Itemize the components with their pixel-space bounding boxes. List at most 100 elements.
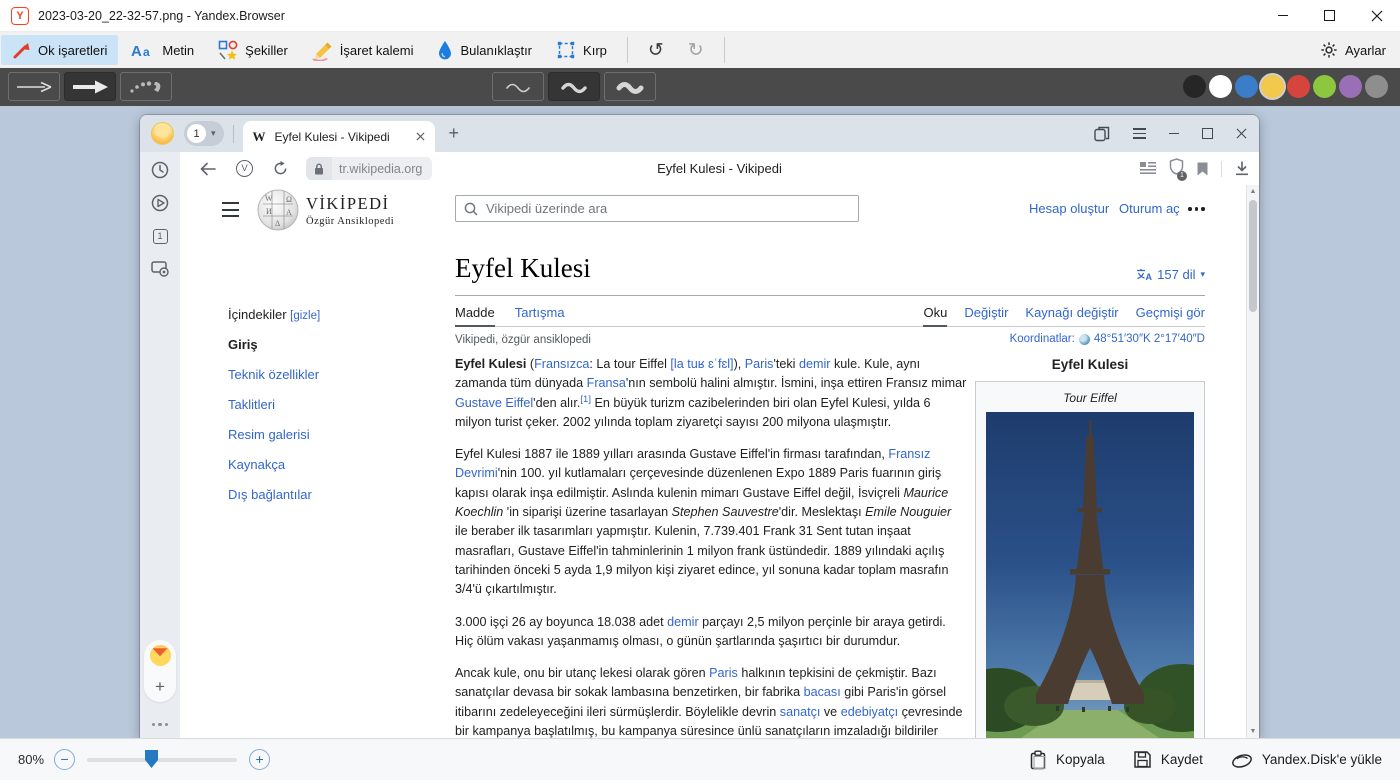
- blur-tool-button[interactable]: Bulanıklaştır: [426, 35, 543, 65]
- sidebar-more-button[interactable]: [140, 723, 180, 727]
- panels-icon[interactable]: [1094, 126, 1110, 142]
- bookmark-icon[interactable]: [1197, 162, 1208, 176]
- page-scrollbar[interactable]: ▲ ▼: [1246, 185, 1259, 738]
- tab-group-pill[interactable]: 1 ▾: [184, 121, 224, 146]
- zoom-in-button[interactable]: +: [249, 749, 270, 770]
- search-input[interactable]: [484, 200, 858, 217]
- eiffel-tower-photo[interactable]: [986, 412, 1194, 738]
- lock-icon[interactable]: [306, 157, 332, 180]
- wiki-link[interactable]: demir: [799, 357, 831, 371]
- color-blue[interactable]: [1235, 75, 1258, 98]
- wiki-link[interactable]: bacası: [804, 685, 841, 699]
- browser-maximize-icon[interactable]: [1202, 128, 1213, 139]
- arrow-style-thick-button[interactable]: [64, 72, 116, 101]
- wiki-link[interactable]: edebiyatçı: [841, 705, 898, 719]
- coordinates[interactable]: Koordinatlar: 48°51′30″K 2°17′40″D: [1010, 333, 1205, 345]
- tab-close-icon[interactable]: [416, 132, 425, 141]
- settings-button[interactable]: Ayarlar: [1306, 41, 1400, 59]
- media-button[interactable]: [140, 188, 180, 218]
- toc-hide-link[interactable]: [gizle]: [290, 310, 320, 322]
- stroke-width-thick-button[interactable]: [604, 72, 656, 101]
- wiki-tab[interactable]: Kaynağı değiştir: [1025, 305, 1118, 326]
- history-button[interactable]: [140, 155, 180, 185]
- copy-button[interactable]: Kopyala: [1029, 750, 1105, 770]
- undo-button[interactable]: ↺: [637, 35, 675, 65]
- wiki-more-button[interactable]: [1188, 207, 1205, 211]
- maximize-button[interactable]: [1306, 0, 1353, 31]
- color-purple[interactable]: [1339, 75, 1362, 98]
- color-green[interactable]: [1313, 75, 1336, 98]
- wiki-link[interactable]: Fransızca: [534, 357, 589, 371]
- wiki-link[interactable]: Gustave Eiffel: [455, 396, 533, 410]
- yandex-service-icon[interactable]: [150, 645, 171, 666]
- new-tab-button[interactable]: +: [449, 123, 460, 144]
- browser-tab-active[interactable]: W Eyfel Kulesi - Vikipedi: [243, 121, 435, 152]
- reference-link[interactable]: [1]: [580, 393, 591, 404]
- add-panel-button[interactable]: +: [155, 677, 165, 697]
- editor-canvas[interactable]: 1 ▾ W Eyfel Kulesi - Vikipedi +: [0, 106, 1400, 738]
- zoom-out-button[interactable]: −: [54, 749, 75, 770]
- reader-mode-icon[interactable]: [1140, 162, 1156, 175]
- protect-shield-button[interactable]: 1: [1169, 158, 1184, 180]
- address-bar[interactable]: tr.wikipedia.org: [306, 157, 432, 180]
- slider-thumb[interactable]: [145, 750, 158, 768]
- arrow-style-dotted-button[interactable]: [120, 72, 172, 101]
- wiki-link[interactable]: Fransa: [587, 376, 626, 390]
- wiki-tab[interactable]: Oku: [923, 305, 947, 327]
- wiki-link[interactable]: [la tuʁ ɛˈfɛl]: [670, 357, 733, 371]
- wiki-tab[interactable]: Madde: [455, 305, 495, 327]
- create-account-link[interactable]: Hesap oluştur: [1029, 201, 1109, 216]
- shapes-tool-button[interactable]: Şekiller: [207, 35, 299, 65]
- browser-close-icon[interactable]: [1236, 128, 1247, 139]
- language-selector[interactable]: A 157 dil ▾: [1136, 267, 1205, 282]
- crop-tool-button[interactable]: Kırp: [545, 35, 618, 65]
- close-button[interactable]: [1353, 0, 1400, 31]
- yandex-v-badge[interactable]: V: [236, 160, 253, 177]
- wiki-link[interactable]: demir: [667, 615, 699, 629]
- color-yellow[interactable]: [1261, 75, 1284, 98]
- download-icon[interactable]: [1235, 161, 1249, 176]
- color-black[interactable]: [1183, 75, 1206, 98]
- sign-in-link[interactable]: Oturum aç: [1119, 201, 1180, 216]
- wiki-link[interactable]: sanatçı: [780, 705, 821, 719]
- toc-item[interactable]: Giriş: [228, 337, 320, 352]
- scrollbar-thumb[interactable]: [1249, 200, 1257, 312]
- toc-item[interactable]: Teknik özellikler: [228, 367, 320, 382]
- screenshot-tool-button[interactable]: [140, 254, 180, 284]
- minimize-button[interactable]: [1259, 0, 1306, 31]
- wiki-menu-icon[interactable]: [222, 202, 239, 217]
- color-white[interactable]: [1209, 75, 1232, 98]
- wiki-search-box[interactable]: [455, 195, 859, 222]
- color-gray[interactable]: [1365, 75, 1388, 98]
- wiki-tab[interactable]: Değiştir: [964, 305, 1008, 326]
- back-button[interactable]: [200, 162, 216, 176]
- profile-avatar[interactable]: [151, 122, 174, 145]
- browser-minimize-icon[interactable]: [1169, 133, 1179, 134]
- wiki-link[interactable]: Paris: [709, 666, 738, 680]
- tabs-panel-button[interactable]: 1: [140, 221, 180, 251]
- stroke-width-thin-button[interactable]: [492, 72, 544, 101]
- wiki-link[interactable]: Paris: [745, 357, 774, 371]
- zoom-slider[interactable]: [87, 749, 237, 770]
- wikipedia-globe-logo[interactable]: WΩИAΔ: [256, 188, 300, 237]
- wiki-tab[interactable]: Geçmişi gör: [1136, 305, 1205, 326]
- toc-item[interactable]: Dış bağlantılar: [228, 487, 320, 502]
- wikipedia-wordmark[interactable]: VİKİPEDİ Özgür Ansiklopedi: [306, 194, 394, 227]
- toc-item[interactable]: Resim galerisi: [228, 427, 320, 442]
- toc-item[interactable]: Kaynakça: [228, 457, 320, 472]
- marker-tool-button[interactable]: İşaret kalemi: [301, 35, 425, 65]
- toc-item[interactable]: Taklitleri: [228, 397, 320, 412]
- arrows-tool-button[interactable]: Ok işaretleri: [1, 35, 118, 65]
- slider-track[interactable]: [87, 758, 237, 762]
- browser-menu-icon[interactable]: [1133, 128, 1146, 139]
- redo-button[interactable]: ↻: [677, 35, 715, 65]
- wiki-tab[interactable]: Tartışma: [515, 305, 565, 326]
- refresh-button[interactable]: [273, 161, 288, 176]
- text-tool-button[interactable]: A a Metin: [120, 35, 205, 65]
- color-red[interactable]: [1287, 75, 1310, 98]
- scroll-down-icon[interactable]: ▼: [1247, 728, 1259, 735]
- scroll-up-icon[interactable]: ▲: [1247, 188, 1259, 195]
- stroke-width-medium-button[interactable]: [548, 72, 600, 101]
- arrow-style-thin-button[interactable]: [8, 72, 60, 101]
- upload-disk-button[interactable]: Yandex.Disk'e yükle: [1231, 751, 1382, 769]
